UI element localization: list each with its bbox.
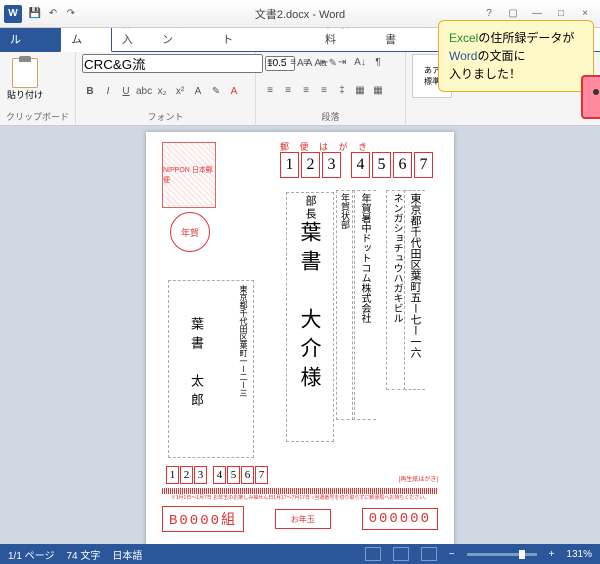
nenga-seal: 年賀 — [170, 212, 210, 252]
callout-excel: Excel — [449, 31, 478, 45]
quick-access-toolbar: 💾 ↶ ↷ — [28, 7, 78, 21]
sender-name: 葉書 太郎 — [187, 317, 206, 412]
subscript-icon[interactable]: x₂ — [154, 84, 170, 100]
zip-digit: 6 — [241, 466, 254, 484]
group-clipboard: 貼り付け クリップボード — [0, 52, 76, 125]
clipboard-group-label: クリップボード — [6, 110, 69, 123]
word-count[interactable]: 74 文字 — [66, 547, 100, 562]
word-app-icon: W — [4, 5, 22, 23]
view-read-icon[interactable] — [365, 547, 381, 561]
mascot-icon — [581, 75, 600, 119]
otoshidama-label: お年玉 — [275, 509, 331, 529]
zip-digit: 5 — [372, 152, 391, 178]
sender-box: 東京都千代田区葉町一ー二ー三 葉書 太郎 — [168, 280, 254, 458]
numbering-icon[interactable]: ⋮≡ — [280, 54, 296, 70]
lottery-row: B0000組 お年玉 000000 — [162, 506, 438, 532]
para-group-label: 段落 — [262, 110, 399, 123]
view-web-icon[interactable] — [421, 547, 437, 561]
recipient-role: 部長 — [304, 195, 316, 221]
paste-label: 貼り付け — [7, 88, 43, 101]
align-left-icon[interactable]: ≡ — [262, 82, 278, 98]
zip-digit: 2 — [180, 466, 193, 484]
font-group-label: フォント — [82, 110, 249, 123]
page: 郵 便 は が き NIPPON 日本郵便 年賀 1 2 3 4 5 6 7 東… — [146, 132, 454, 544]
recipient-name: 部長葉書 大介様 — [286, 192, 334, 442]
shading-icon[interactable]: ▦ — [352, 82, 368, 98]
zip-digit: 3 — [194, 466, 207, 484]
statusbar: 1/1 ページ 74 文字 日本語 − + 131% — [0, 544, 600, 564]
recipient-zip: 1 2 3 4 5 6 7 — [280, 152, 433, 178]
paste-button[interactable]: 貼り付け — [6, 54, 44, 104]
zip-digit: 2 — [301, 152, 320, 178]
zip-digit: 7 — [255, 466, 268, 484]
window-title: 文書2.docx - Word — [255, 6, 345, 22]
underline-icon[interactable]: U — [118, 84, 134, 100]
zip-digit: 1 — [166, 466, 179, 484]
zip-digit: 3 — [322, 152, 341, 178]
zip-digit: 1 — [280, 152, 299, 178]
zip-digit: 7 — [414, 152, 433, 178]
tutorial-callout: Excelの住所録データが Wordの文面に 入りました！ — [438, 20, 594, 92]
stamp-area: NIPPON 日本郵便 — [162, 142, 216, 208]
strike-icon[interactable]: abc — [136, 84, 152, 100]
text-effects-icon[interactable]: A — [190, 84, 206, 100]
stamp-art: NIPPON 日本郵便 — [163, 143, 215, 207]
lottery-number: 000000 — [362, 508, 438, 530]
zip-digit: 4 — [213, 466, 226, 484]
justify-icon[interactable]: ≡ — [316, 82, 332, 98]
show-marks-icon[interactable]: ¶ — [370, 54, 386, 70]
sender-address: 東京都千代田区葉町一ー二ー三 — [238, 285, 249, 397]
clipboard-icon — [12, 58, 38, 88]
zoom-slider[interactable] — [467, 553, 537, 556]
multilevel-icon[interactable]: ≡ — [298, 54, 314, 70]
indent-inc-icon[interactable]: ⇥ — [334, 54, 350, 70]
borders-icon[interactable]: ▦ — [370, 82, 386, 98]
line-spacing-icon[interactable]: ‡ — [334, 82, 350, 98]
zip-digit: 6 — [393, 152, 412, 178]
zip-digit: 4 — [351, 152, 370, 178]
group-font: A A Aa ✎ B I U abc x₂ x² A ✎ A フォント — [76, 52, 256, 125]
recipient-dept: 年賀状部 — [336, 190, 355, 420]
lottery-group: B0000組 — [162, 506, 244, 532]
font-name-input[interactable] — [82, 54, 263, 73]
highlight-icon[interactable]: ✎ — [208, 84, 224, 100]
recipient-name-text: 葉書 大介 — [298, 221, 322, 366]
page-count[interactable]: 1/1 ページ — [8, 547, 54, 562]
zoom-out-icon[interactable]: − — [449, 549, 455, 560]
red-note: ※1月1日〜1月7日 お年玉のお楽しみ抽せん日1月17〜7月17日 ○当選番号を… — [162, 494, 438, 501]
zoom-in-icon[interactable]: + — [549, 549, 555, 560]
font-color-icon[interactable]: A — [226, 84, 242, 100]
bullets-icon[interactable]: ≡ — [262, 54, 278, 70]
view-print-icon[interactable] — [393, 547, 409, 561]
align-center-icon[interactable]: ≡ — [280, 82, 296, 98]
italic-icon[interactable]: I — [100, 84, 116, 100]
redo-icon[interactable]: ↷ — [64, 7, 78, 21]
document-area[interactable]: 郵 便 は が き NIPPON 日本郵便 年賀 1 2 3 4 5 6 7 東… — [0, 126, 600, 544]
recipient-company: 年賀暑中ドットコム株式会社 — [352, 190, 376, 420]
indent-dec-icon[interactable]: ⇤ — [316, 54, 332, 70]
undo-icon[interactable]: ↶ — [46, 7, 60, 21]
recycled-note: [再生紙はがき] — [399, 474, 438, 483]
bold-icon[interactable]: B — [82, 84, 98, 100]
recipient-honorific: 様 — [298, 366, 322, 395]
sort-icon[interactable]: A↓ — [352, 54, 368, 70]
group-paragraph: ≡ ⋮≡ ≡ ⇤ ⇥ A↓ ¶ ≡ ≡ ≡ ≡ ‡ ▦ ▦ 段落 — [256, 52, 406, 125]
zoom-level[interactable]: 131% — [566, 549, 592, 560]
save-icon[interactable]: 💾 — [28, 7, 42, 21]
callout-word: Word — [449, 49, 477, 63]
recipient-address-1: 東京都千代田区葉町五ー七ー一六 — [404, 190, 425, 390]
superscript-icon[interactable]: x² — [172, 84, 188, 100]
lang-indicator[interactable]: 日本語 — [112, 547, 142, 562]
zip-digit: 5 — [227, 466, 240, 484]
align-right-icon[interactable]: ≡ — [298, 82, 314, 98]
sender-zip: 1 2 3 4 5 6 7 — [166, 466, 268, 484]
recipient-address-2: ネンガショチュウハガキビル — [386, 190, 406, 390]
